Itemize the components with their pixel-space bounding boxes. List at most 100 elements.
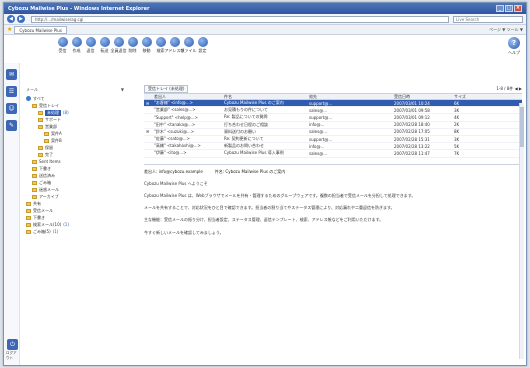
maximize-button[interactable]: □ [505, 5, 513, 12]
cell-mark: ✉ [146, 100, 150, 106]
tree-node-label: 保留 [45, 144, 53, 150]
tree-node[interactable]: 下書き [26, 165, 124, 172]
tree-node[interactable]: 完了 [26, 151, 124, 158]
search-input[interactable]: Live Search [453, 15, 523, 23]
toolbar-button[interactable]: ファイル [181, 37, 197, 54]
minimize-button[interactable]: _ [496, 5, 504, 12]
column-header[interactable]: 宛先 [309, 94, 394, 100]
toolbar-icon [169, 37, 180, 47]
table-row[interactable]: "伊藤" <ito@...> Cybozu Mailwise Plus 導入事例 s… [144, 150, 522, 158]
tree-node[interactable]: 保留 [26, 144, 124, 151]
preview-body: Cybozu Mailwise Plus は、Webブラウザでメールを共有・管理… [144, 193, 522, 236]
tree-node[interactable]: ごみ箱(5) (1) [26, 228, 124, 235]
back-icon[interactable]: ◀ [7, 15, 15, 23]
tree-node[interactable]: 案件A [26, 130, 124, 137]
tree-node[interactable]: 受信メール [26, 207, 124, 214]
tree-node-label: アーカイブ [39, 193, 59, 199]
vertical-scrollbar[interactable] [519, 103, 524, 359]
browser-tab[interactable]: Cybozu Mailwise Plus [14, 25, 67, 34]
preview-paragraph: メールを共有することで、対応状況をひと目で確認できます。担当者の割り当てやステー… [144, 205, 395, 211]
toolbar-button[interactable]: 返信 [84, 37, 97, 54]
column-header[interactable]: サイズ [454, 94, 494, 100]
toolbar-label: 検索 [156, 48, 165, 53]
mail-icon[interactable]: ✉ [6, 69, 17, 80]
tree-node-label: サポート [45, 116, 61, 122]
cell-size: 6K [454, 100, 460, 106]
forward-icon[interactable]: ▶ [17, 15, 25, 23]
tree-node[interactable]: 下書き [26, 214, 124, 221]
close-button[interactable]: × [514, 5, 522, 12]
table-row[interactable]: "佐藤" <sato@...> Re: 契約更新について support@... 20… [144, 136, 522, 144]
tree-node-label: 共有 [33, 200, 41, 206]
toolbar-button[interactable]: 転送 [98, 37, 111, 54]
tree-node-label: ごみ箱 [39, 179, 51, 185]
cell-from: "佐藤" <sato@...> [154, 136, 191, 142]
toolbar-button[interactable]: 移動 [140, 37, 153, 54]
ie-tools-menu[interactable]: ページ ▼ ツール ▼ [489, 27, 523, 33]
cell-size: 8K [454, 129, 460, 135]
table-row[interactable]: "営業部" <sales@...> お見積もりの件について sales@... 200… [144, 107, 522, 115]
tree-node[interactable]: 受信トレイ [26, 102, 124, 109]
tree-node[interactable]: サポート [26, 116, 124, 123]
tree-menu-icon[interactable]: ▼ [121, 87, 124, 93]
cell-mark: ✉ [146, 129, 150, 135]
cell-date: 2007/03/01 09:12 [394, 114, 430, 120]
current-folder-select[interactable]: 受信トレイ (未処理) [144, 85, 189, 93]
favorites-star-icon[interactable]: ★ [7, 26, 12, 33]
tree-node[interactable]: 迷惑メール [26, 186, 124, 193]
toolbar-button[interactable]: 設定 [196, 37, 209, 54]
cell-size: 4K [454, 114, 460, 120]
tree-node-label: 送信済み [39, 172, 55, 178]
favorites-bar: ★ Cybozu Mailwise Plus ページ ▼ ツール ▼ [4, 25, 526, 35]
cell-subject: Cybozu Mailwise Plus のご案内 [224, 100, 284, 106]
folder-icon [38, 110, 43, 115]
pager[interactable]: 1-8 / 8件 ◀ ▶ [496, 86, 522, 92]
tree-node[interactable]: ごみ箱 [26, 179, 124, 186]
help-button[interactable]: ? ヘルプ [508, 37, 520, 56]
toolbar-button[interactable]: 受信 [56, 37, 69, 54]
tree-node[interactable]: Sent Items [26, 158, 124, 165]
tree-node-count: (1) [52, 229, 59, 234]
column-header[interactable]: 差出人 [154, 94, 224, 100]
toolbar-button[interactable]: アドレス帳 [165, 37, 185, 54]
tree-node-label: Sent Items [39, 159, 61, 164]
folder-icon [32, 180, 37, 185]
cell-to: info@... [309, 122, 325, 128]
tree-node[interactable]: 未処理 (8) [26, 109, 124, 116]
tree-node[interactable]: 送信済み [26, 172, 124, 179]
toolbar-icon [57, 37, 68, 47]
table-row[interactable]: "Support" <help@...> Re: 製品についての質問 support… [144, 114, 522, 122]
list-header: 差出人 件名 宛先 受信日時 サイズ [144, 93, 522, 100]
column-header[interactable]: 件名 [224, 94, 309, 100]
toolbar-label: 転送 [100, 48, 109, 53]
tree-node[interactable]: 検索メール(10) (1) [26, 221, 124, 228]
cell-from: "田中" <tanaka@...> [154, 121, 196, 127]
cell-date: 2007/02/28 13:22 [394, 143, 430, 149]
address-bar[interactable]: http://.../mailwise/ag.cgi [31, 15, 449, 23]
address-book-icon[interactable]: ☰ [6, 86, 17, 97]
table-row[interactable]: "田中" <tanaka@...> 打ち合わせ日程のご相談 info@... 2007… [144, 122, 522, 129]
toolbar-button[interactable]: 作成 [70, 37, 83, 54]
cell-from: "Support" <help@...> [154, 114, 198, 120]
tree-node-label: 受信トレイ [39, 102, 59, 108]
toolbar-button[interactable]: 全員返信 [111, 37, 127, 54]
tree-node[interactable]: 営業部 [26, 123, 124, 130]
scrollbar-thumb[interactable] [520, 107, 524, 147]
screen: Cybozu Mailwise Plus - Windows Internet … [0, 0, 530, 368]
tree-node[interactable]: アーカイブ [26, 193, 124, 200]
table-row[interactable]: "高橋" <takahashi@...> 新製品のお問い合わせ info@... 20… [144, 143, 522, 151]
toolbar-icon [71, 37, 82, 47]
table-row[interactable]: ✉ "鈴木" <suzuki@...> 資料送付のお願い sales@... 2007/… [144, 129, 522, 136]
users-icon[interactable]: ☺ [6, 103, 17, 114]
logout-button[interactable]: ⏻ ログアウト [6, 339, 19, 361]
tree-node[interactable]: 共有 [26, 200, 124, 207]
column-header[interactable]: 受信日時 [394, 94, 454, 100]
table-row[interactable]: ✉ "お客様" <info@...> Cybozu Mailwise Plus のご… [144, 100, 522, 108]
tree-node[interactable]: 案件B [26, 137, 124, 144]
settings-icon[interactable]: ✎ [6, 120, 17, 131]
browser-window: Cybozu Mailwise Plus - Windows Internet … [3, 2, 527, 366]
cell-from: "高橋" <takahashi@...> [154, 143, 201, 149]
tree-node[interactable]: すべて [26, 95, 124, 102]
toolbar-button[interactable]: 削除 [126, 37, 139, 54]
folder-icon [32, 159, 37, 164]
